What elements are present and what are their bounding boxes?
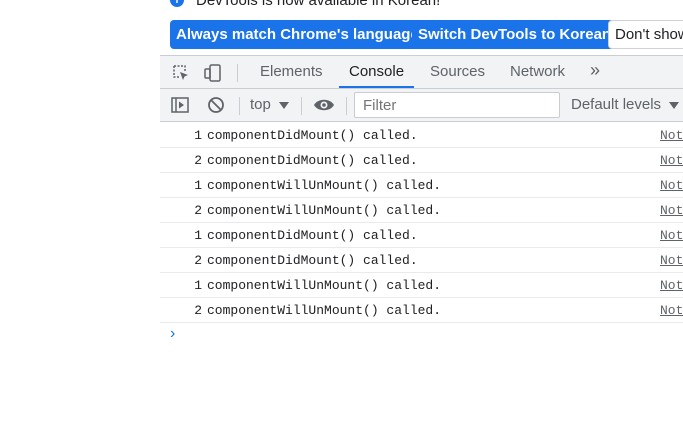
tab-console-label: Console <box>349 63 405 80</box>
chevron-down-icon <box>669 101 680 109</box>
source-link[interactable]: Not <box>660 153 683 168</box>
dont-show-again-button[interactable]: Don't show <box>608 20 683 49</box>
live-expression-eye-icon[interactable] <box>313 96 335 114</box>
page-blank-area <box>0 0 160 448</box>
message-text: componentWillUnMount() called. <box>207 203 442 218</box>
repeat-count: 2 <box>194 253 202 268</box>
infobar-message: DevTools is now available in Korean! <box>196 0 441 9</box>
toolbar-separator <box>301 97 302 115</box>
always-match-language-button[interactable]: Always match Chrome's language <box>170 20 425 49</box>
console-message: 2 componentDidMount() called. Not <box>160 148 683 173</box>
message-text: componentWillUnMount() called. <box>207 278 442 293</box>
context-selector[interactable]: top <box>250 89 289 121</box>
console-toolbar: top Default levels <box>160 89 683 122</box>
toolbar-separator <box>346 97 347 115</box>
inspect-element-icon[interactable] <box>172 64 190 82</box>
console-message: 1 componentDidMount() called. Not <box>160 223 683 248</box>
active-tab-indicator <box>339 86 415 88</box>
console-message: 2 componentWillUnMount() called. Not <box>160 298 683 323</box>
infobar-line: i DevTools is now available in Korean! <box>170 0 441 9</box>
repeat-count: 2 <box>194 203 202 218</box>
console-message: 2 componentDidMount() called. Not <box>160 248 683 273</box>
console-message: 1 componentWillUnMount() called. Not <box>160 273 683 298</box>
sidebar-toggle-icon[interactable] <box>171 96 189 114</box>
message-text: componentWillUnMount() called. <box>207 178 442 193</box>
devtools-tab-bar: Elements Console Sources Network » <box>160 55 683 89</box>
log-levels-label: Default levels <box>571 96 662 113</box>
repeat-count: 1 <box>194 278 202 293</box>
source-link[interactable]: Not <box>660 203 683 218</box>
console-message: 1 componentWillUnMount() called. Not <box>160 173 683 198</box>
info-icon: i <box>170 0 184 7</box>
message-text: componentDidMount() called. <box>207 253 418 268</box>
message-text: componentWillUnMount() called. <box>207 303 442 318</box>
message-text: componentDidMount() called. <box>207 228 418 243</box>
source-link[interactable]: Not <box>660 128 683 143</box>
toolbar-separator <box>239 97 240 115</box>
source-link[interactable]: Not <box>660 303 683 318</box>
source-link[interactable]: Not <box>660 178 683 193</box>
repeat-count: 2 <box>194 303 202 318</box>
switch-to-korean-button[interactable]: Switch DevTools to Korean <box>412 20 618 49</box>
source-link[interactable]: Not <box>660 228 683 243</box>
log-levels-dropdown[interactable]: Default levels <box>571 89 680 121</box>
console-messages: 1 componentDidMount() called. Not 2 comp… <box>160 123 683 323</box>
language-infobar: i DevTools is now available in Korean! A… <box>160 0 683 55</box>
tab-elements[interactable]: Elements <box>260 56 323 88</box>
filter-input[interactable] <box>354 92 560 118</box>
clear-console-icon[interactable] <box>207 96 225 114</box>
console-message: 2 componentWillUnMount() called. Not <box>160 198 683 223</box>
repeat-count: 2 <box>194 153 202 168</box>
device-toolbar-icon[interactable] <box>204 64 222 82</box>
tab-network[interactable]: Network <box>510 56 565 88</box>
tab-bar-separator <box>237 64 238 82</box>
repeat-count: 1 <box>194 228 202 243</box>
context-label: top <box>250 96 271 113</box>
console-prompt-icon[interactable]: › <box>170 325 175 343</box>
source-link[interactable]: Not <box>660 278 683 293</box>
message-text: componentDidMount() called. <box>207 128 418 143</box>
message-text: componentDidMount() called. <box>207 153 418 168</box>
source-link[interactable]: Not <box>660 253 683 268</box>
tab-sources[interactable]: Sources <box>430 56 485 88</box>
repeat-count: 1 <box>194 128 202 143</box>
tab-console[interactable]: Console <box>339 56 415 88</box>
chevron-down-icon <box>278 101 289 109</box>
console-message: 1 componentDidMount() called. Not <box>160 123 683 148</box>
more-tabs-icon[interactable]: » <box>590 60 600 81</box>
repeat-count: 1 <box>194 178 202 193</box>
devtools-panel: i DevTools is now available in Korean! A… <box>160 0 683 448</box>
